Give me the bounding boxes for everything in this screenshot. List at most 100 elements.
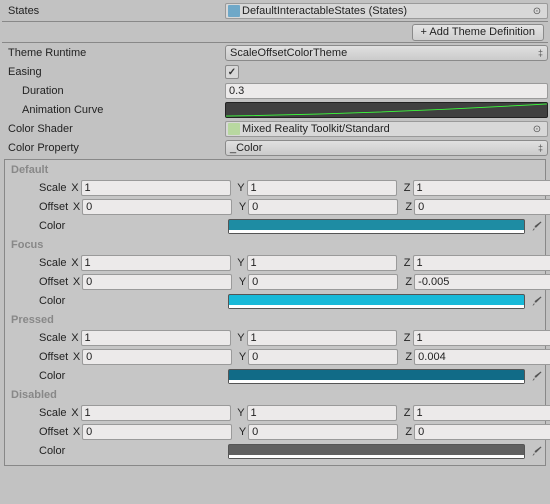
focus-color-label: Color bbox=[5, 295, 228, 307]
animation-curve-field[interactable] bbox=[225, 102, 548, 118]
color-property-label: Color Property bbox=[2, 142, 225, 154]
duration-row: Duration bbox=[2, 82, 548, 100]
axis-y-label: Y bbox=[234, 351, 246, 363]
default-offset-y-input[interactable] bbox=[248, 199, 398, 215]
theme-runtime-row: Theme Runtime ScaleOffsetColorTheme bbox=[2, 44, 548, 62]
add-theme-definition-button[interactable]: + Add Theme Definition bbox=[412, 24, 544, 41]
axis-y-label: Y bbox=[233, 182, 245, 194]
add-theme-definition-label: + Add Theme Definition bbox=[421, 26, 535, 38]
pressed-offset-row: OffsetXYZ bbox=[5, 348, 545, 366]
axis-y-label: Y bbox=[233, 257, 245, 269]
color-shader-row: Color Shader Mixed Reality Toolkit/Stand… bbox=[2, 120, 548, 138]
disabled-offset-row: OffsetXYZ bbox=[5, 423, 545, 441]
states-object-field[interactable]: DefaultInteractableStates (States) bbox=[225, 3, 548, 19]
state-header-default: Default bbox=[5, 161, 545, 179]
axis-x-label: X bbox=[67, 332, 79, 344]
disabled-offset-x-input[interactable] bbox=[82, 424, 232, 440]
focus-offset-z-input[interactable] bbox=[414, 274, 550, 290]
focus-color-swatch[interactable] bbox=[228, 294, 525, 309]
default-scale-row: ScaleXYZ bbox=[5, 179, 545, 197]
color-property-value: _Color bbox=[230, 142, 262, 154]
axis-z-label: Z bbox=[400, 426, 412, 438]
disabled-color-swatch[interactable] bbox=[228, 444, 525, 459]
focus-scale-x-input[interactable] bbox=[81, 255, 231, 271]
easing-checkbox[interactable] bbox=[225, 65, 239, 79]
axis-x-label: X bbox=[68, 426, 80, 438]
shader-icon bbox=[228, 123, 240, 135]
scriptable-object-icon bbox=[228, 5, 240, 17]
animation-curve-label: Animation Curve bbox=[2, 104, 225, 116]
axis-x-label: X bbox=[68, 201, 80, 213]
color-shader-value: Mixed Reality Toolkit/Standard bbox=[242, 123, 529, 135]
duration-input[interactable] bbox=[225, 83, 548, 99]
states-row: States DefaultInteractableStates (States… bbox=[2, 2, 548, 20]
color-property-dropdown[interactable]: _Color bbox=[225, 140, 548, 156]
states-label: States bbox=[2, 5, 225, 17]
axis-x-label: X bbox=[67, 182, 79, 194]
object-picker-icon[interactable] bbox=[529, 4, 545, 18]
object-picker-icon[interactable] bbox=[529, 122, 545, 136]
pressed-scale-x-input[interactable] bbox=[81, 330, 231, 346]
eyedropper-icon[interactable] bbox=[529, 369, 545, 384]
add-theme-row: + Add Theme Definition bbox=[2, 23, 548, 41]
disabled-scale-row: ScaleXYZ bbox=[5, 404, 545, 422]
default-offset-row: OffsetXYZ bbox=[5, 198, 545, 216]
eyedropper-icon[interactable] bbox=[529, 444, 545, 459]
pressed-offset-x-input[interactable] bbox=[82, 349, 232, 365]
focus-offset-label: Offset bbox=[5, 276, 68, 288]
pressed-offset-y-input[interactable] bbox=[248, 349, 398, 365]
states-object-text: DefaultInteractableStates (States) bbox=[242, 5, 529, 17]
state-header-focus: Focus bbox=[5, 236, 545, 254]
pressed-color-row: Color bbox=[5, 367, 545, 385]
eyedropper-icon[interactable] bbox=[529, 219, 545, 234]
theme-runtime-label: Theme Runtime bbox=[2, 47, 225, 59]
state-header-disabled: Disabled bbox=[5, 386, 545, 404]
focus-scale-row: ScaleXYZ bbox=[5, 254, 545, 272]
focus-scale-z-input[interactable] bbox=[413, 255, 550, 271]
pressed-scale-row: ScaleXYZ bbox=[5, 329, 545, 347]
axis-z-label: Z bbox=[399, 332, 411, 344]
default-scale-z-input[interactable] bbox=[413, 180, 550, 196]
default-offset-label: Offset bbox=[5, 201, 68, 213]
axis-x-label: X bbox=[67, 407, 79, 419]
focus-offset-x-input[interactable] bbox=[82, 274, 232, 290]
disabled-color-row: Color bbox=[5, 442, 545, 460]
pressed-scale-y-input[interactable] bbox=[247, 330, 397, 346]
axis-x-label: X bbox=[67, 257, 79, 269]
axis-z-label: Z bbox=[399, 407, 411, 419]
default-offset-z-input[interactable] bbox=[414, 199, 550, 215]
pressed-offset-label: Offset bbox=[5, 351, 68, 363]
color-shader-field[interactable]: Mixed Reality Toolkit/Standard bbox=[225, 121, 548, 137]
pressed-color-swatch[interactable] bbox=[228, 369, 525, 384]
default-scale-x-input[interactable] bbox=[81, 180, 231, 196]
pressed-color-label: Color bbox=[5, 370, 228, 382]
theme-runtime-value: ScaleOffsetColorTheme bbox=[230, 47, 347, 59]
focus-scale-y-input[interactable] bbox=[247, 255, 397, 271]
disabled-scale-y-input[interactable] bbox=[247, 405, 397, 421]
axis-z-label: Z bbox=[399, 257, 411, 269]
axis-x-label: X bbox=[68, 351, 80, 363]
divider bbox=[2, 21, 548, 22]
disabled-offset-y-input[interactable] bbox=[248, 424, 398, 440]
pressed-scale-z-input[interactable] bbox=[413, 330, 550, 346]
default-scale-y-input[interactable] bbox=[247, 180, 397, 196]
default-scale-label: Scale bbox=[5, 182, 67, 194]
default-offset-x-input[interactable] bbox=[82, 199, 232, 215]
theme-runtime-dropdown[interactable]: ScaleOffsetColorTheme bbox=[225, 45, 548, 61]
disabled-offset-z-input[interactable] bbox=[414, 424, 550, 440]
default-color-swatch[interactable] bbox=[228, 219, 525, 234]
pressed-offset-z-input[interactable] bbox=[414, 349, 550, 365]
disabled-scale-z-input[interactable] bbox=[413, 405, 550, 421]
default-color-row: Color bbox=[5, 217, 545, 235]
focus-color-row: Color bbox=[5, 292, 545, 310]
disabled-offset-label: Offset bbox=[5, 426, 68, 438]
axis-y-label: Y bbox=[234, 276, 246, 288]
focus-offset-row: OffsetXYZ bbox=[5, 273, 545, 291]
axis-y-label: Y bbox=[233, 332, 245, 344]
focus-offset-y-input[interactable] bbox=[248, 274, 398, 290]
axis-y-label: Y bbox=[233, 407, 245, 419]
disabled-color-label: Color bbox=[5, 445, 228, 457]
disabled-scale-x-input[interactable] bbox=[81, 405, 231, 421]
eyedropper-icon[interactable] bbox=[529, 294, 545, 309]
easing-label: Easing bbox=[2, 66, 225, 78]
